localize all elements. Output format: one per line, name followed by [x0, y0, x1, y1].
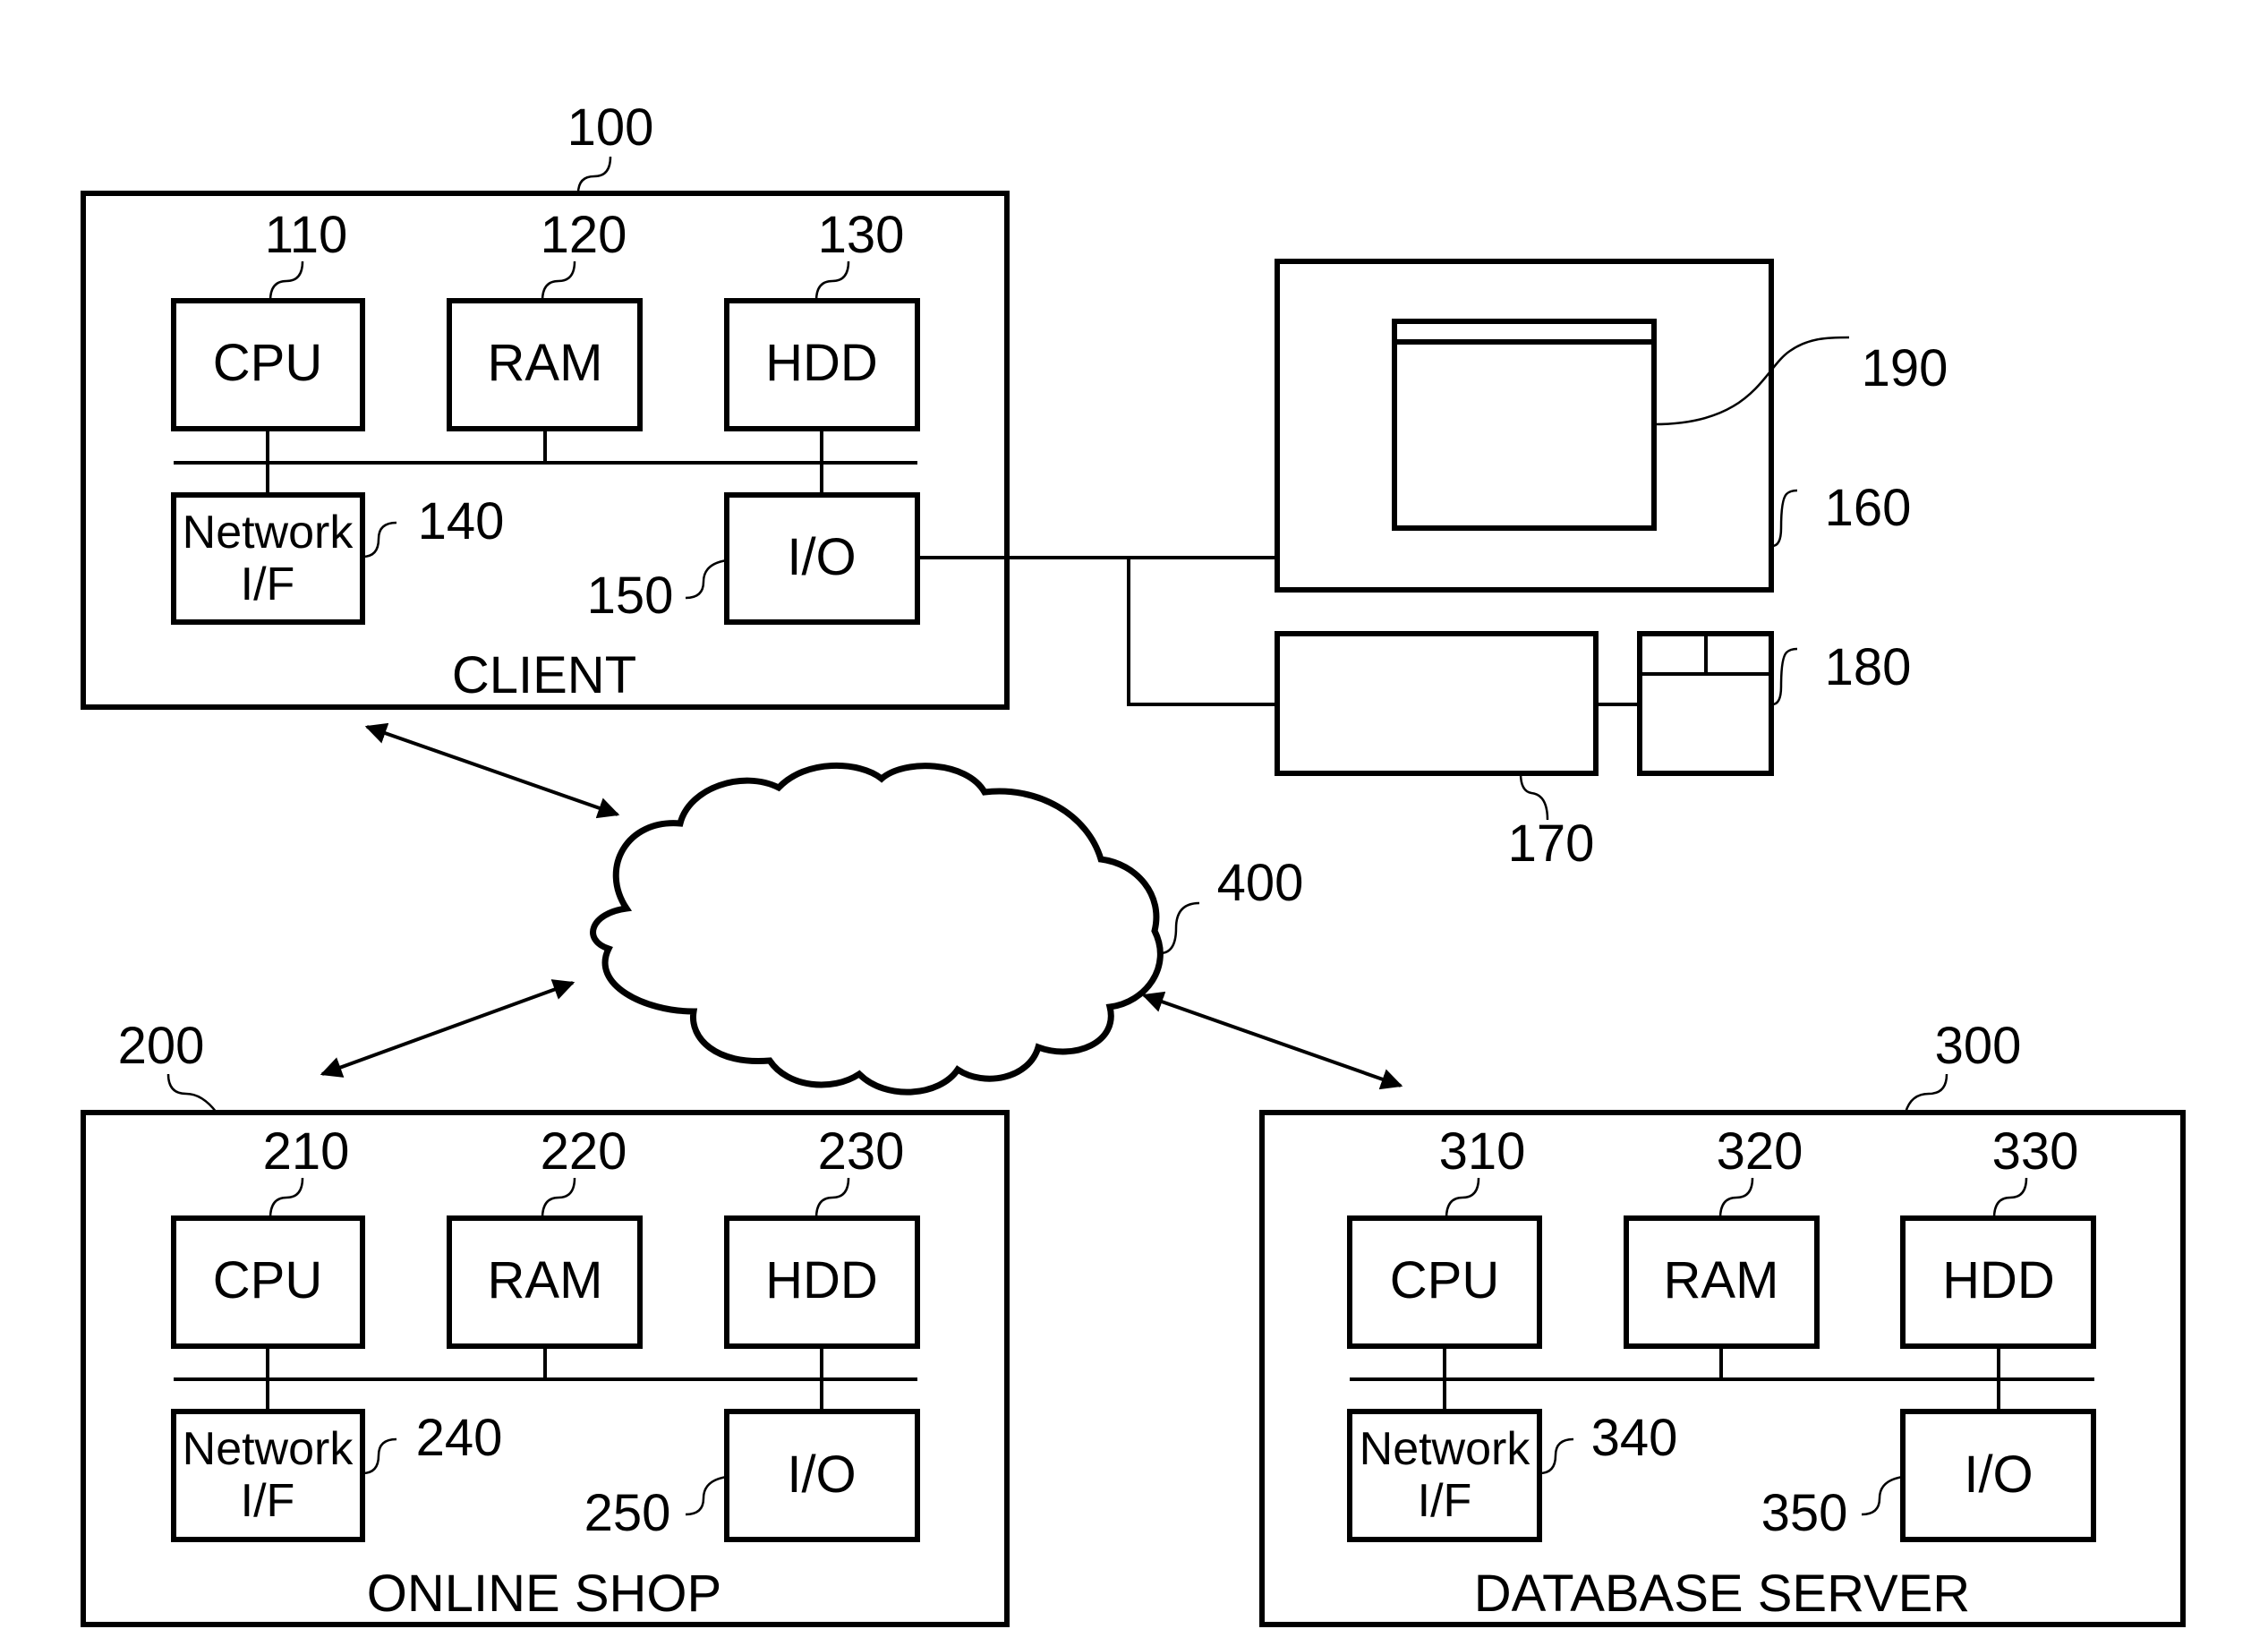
- shop-hdd-label: HDD: [765, 1251, 878, 1309]
- cloud-leader: [1159, 901, 1200, 955]
- client-hdd-ref: 130: [818, 206, 905, 264]
- shop-cpu-ref: 210: [263, 1122, 350, 1181]
- db-ref: 300: [1935, 1017, 2022, 1075]
- db-ram-ref: 320: [1717, 1122, 1803, 1181]
- shop-io-ref: 250: [584, 1484, 671, 1542]
- window-ref: 190: [1862, 339, 1948, 397]
- cloud-shape: [590, 763, 1164, 1096]
- client-io-ref: 150: [587, 567, 674, 625]
- shop-ref: 200: [118, 1017, 205, 1075]
- client-network-arrow: [364, 722, 620, 819]
- client-name: CLIENT: [452, 646, 636, 704]
- client-leader: [576, 156, 612, 194]
- db-hdd-label: HDD: [1942, 1251, 2055, 1309]
- mouse-ref: 180: [1825, 638, 1912, 696]
- keyboard-leader: [1519, 772, 1549, 821]
- cloud-ref: 400: [1217, 854, 1304, 912]
- network-cloud: 400: [590, 763, 1304, 1096]
- client-io-label: I/O: [787, 528, 856, 586]
- client-network-if-label-1: Network: [183, 507, 354, 559]
- database-server-system: 300 DATABASE SERVER CPU 310 RAM 320 HDD …: [1259, 1017, 2186, 1627]
- display-ref: 160: [1825, 479, 1912, 537]
- online-shop-system: 200 ONLINE SHOP CPU 210 RAM 220 HDD 230 …: [81, 1017, 1010, 1627]
- db-hdd-ref: 330: [1992, 1122, 2079, 1181]
- keyboard-ref: 170: [1508, 814, 1595, 873]
- db-network-if-ref: 340: [1591, 1409, 1678, 1467]
- client-network-if-label-2: I/F: [241, 559, 295, 610]
- keyboard-box: [1275, 631, 1599, 776]
- mouse-leader: [1771, 647, 1798, 706]
- client-cpu-ref: 110: [265, 206, 347, 264]
- db-ram-label: RAM: [1664, 1251, 1779, 1309]
- system-diagram: 100 CLIENT CPU 110 RAM 120 HDD 130 Netwo…: [81, 98, 2186, 1627]
- client-ref: 100: [567, 98, 654, 157]
- shop-hdd-ref: 230: [818, 1122, 905, 1181]
- shop-name: ONLINE SHOP: [367, 1565, 721, 1623]
- db-name: DATABASE SERVER: [1474, 1565, 1970, 1623]
- shop-cpu-label: CPU: [213, 1251, 322, 1309]
- client-network-if-ref: 140: [418, 492, 505, 550]
- shop-network-if-label-1: Network: [183, 1423, 354, 1475]
- client-system: 100 CLIENT CPU 110 RAM 120 HDD 130 Netwo…: [81, 98, 1010, 710]
- db-cpu-label: CPU: [1390, 1251, 1499, 1309]
- shop-network-arrow: [320, 979, 576, 1078]
- db-io-label: I/O: [1964, 1446, 2033, 1504]
- shop-leader: [166, 1073, 217, 1113]
- db-cpu-ref: 310: [1439, 1122, 1526, 1181]
- shop-ram-ref: 220: [541, 1122, 627, 1181]
- shop-ram-label: RAM: [488, 1251, 603, 1309]
- db-network-if-label-1: Network: [1360, 1423, 1531, 1475]
- db-leader: [1904, 1073, 1948, 1113]
- client-ram-label: RAM: [488, 334, 603, 392]
- shop-network-if-ref: 240: [416, 1409, 503, 1467]
- db-io-ref: 350: [1761, 1484, 1848, 1542]
- db-network-arrow: [1141, 991, 1403, 1090]
- display-leader: [1771, 489, 1798, 548]
- client-cpu-label: CPU: [213, 334, 322, 392]
- client-ram-ref: 120: [541, 206, 627, 264]
- peripherals: 190 160 170 180: [917, 259, 1948, 873]
- client-hdd-label: HDD: [765, 334, 878, 392]
- io-to-keyboard-cable: [1127, 558, 1277, 706]
- shop-io-label: I/O: [787, 1446, 856, 1504]
- shop-network-if-label-2: I/F: [241, 1475, 295, 1527]
- window-box: [1392, 319, 1657, 531]
- db-network-if-label-2: I/F: [1418, 1475, 1472, 1527]
